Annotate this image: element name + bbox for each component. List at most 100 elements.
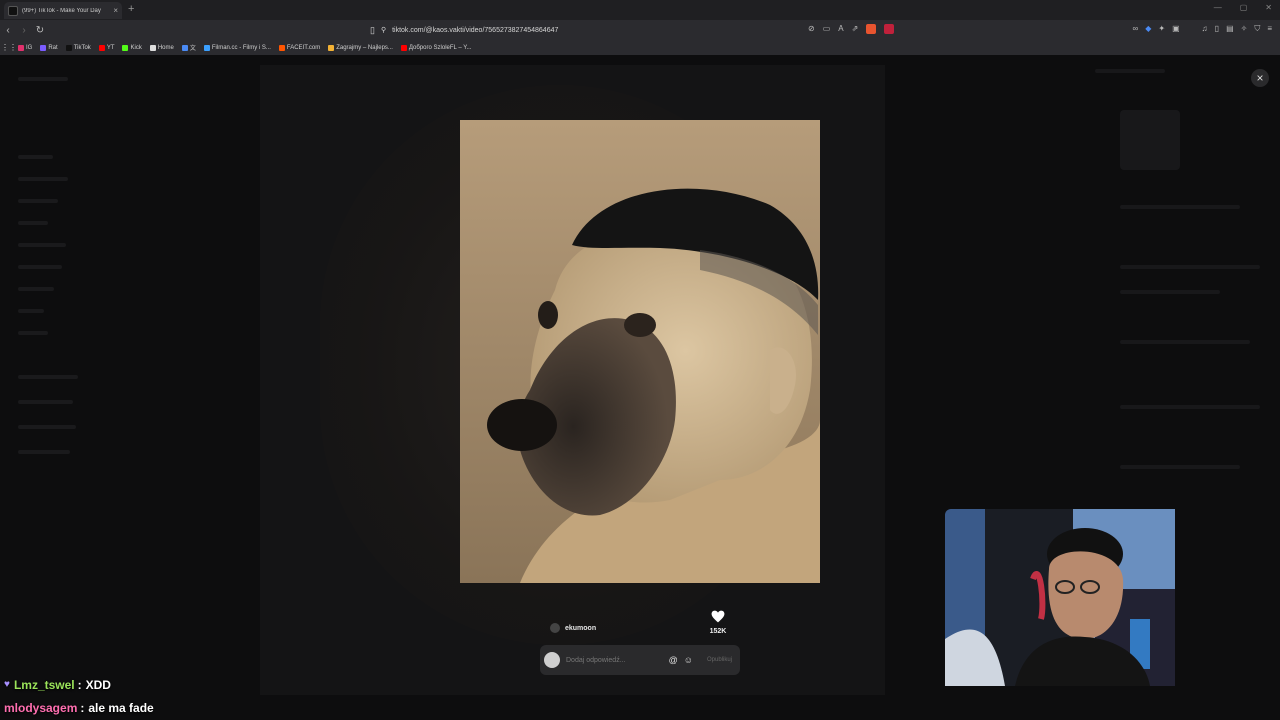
dimmed-comment-line [1120, 465, 1240, 469]
stream-chat-overlay: ♥ Lmz_tswel : XDD mlodysagem : ale ma fa… [0, 673, 500, 719]
new-tab-button[interactable]: + [128, 3, 134, 15]
bookmark-item[interactable]: Доброго SzloleFL – Y... [400, 44, 472, 51]
dimmed-sidebar-item [18, 221, 48, 225]
extension-icon[interactable]: ∞ [1133, 24, 1139, 34]
bookmark-label: FACEIT.com [286, 44, 321, 51]
minimize-icon[interactable]: — [1214, 3, 1222, 12]
emoji-icon[interactable]: ☺ [684, 655, 693, 665]
dimmed-sidebar-item [18, 425, 76, 429]
tiktok-favicon-icon [8, 5, 18, 16]
reply-input[interactable]: Dodaj odpowiedź... [566, 657, 663, 664]
site-info-icon[interactable]: ⚲ [381, 26, 386, 34]
author-avatar[interactable] [550, 623, 560, 633]
dimmed-sidebar-item [18, 400, 73, 404]
translate-icon[interactable]: A [838, 24, 843, 34]
post-image [460, 120, 820, 583]
dog-with-haircut-image [460, 120, 820, 583]
brave-shield-icon[interactable] [866, 24, 877, 34]
wallet-icon[interactable]: ▣ [1172, 24, 1180, 34]
dimmed-sidebar-item [18, 265, 62, 269]
streamer-camera-image [945, 509, 1175, 686]
bookmark-page-icon[interactable]: ▯ [370, 25, 375, 36]
dimmed-sidebar-item [18, 243, 66, 247]
mention-icon[interactable]: @ [669, 655, 678, 665]
forward-icon[interactable]: › [16, 25, 32, 36]
bookmark-label: IG [26, 44, 33, 51]
dimmed-sidebar-logo [18, 77, 68, 81]
cast-icon[interactable]: ▭ [823, 24, 831, 34]
tab-close-icon[interactable]: × [113, 6, 118, 15]
vpn-icon[interactable]: ⛉ [1254, 24, 1260, 34]
sidebar-icon[interactable]: ▯ [1215, 24, 1219, 34]
maximize-icon[interactable]: ▢ [1240, 3, 1248, 12]
bookmark-item[interactable]: Filman.cc - Filmy i S... [203, 44, 271, 51]
bookmark-label: YT [106, 44, 115, 51]
bookmark-item[interactable]: Home [149, 44, 174, 51]
bookmark-item[interactable]: Rat [40, 44, 58, 51]
dimmed-sidebar-item [18, 177, 68, 181]
apps-icon[interactable]: ⋮⋮ [0, 43, 18, 52]
dimmed-thumbnail [1120, 110, 1180, 170]
subscriber-badge-icon: ♥ [4, 679, 10, 690]
bookmark-favicon-icon [181, 44, 188, 51]
heart-icon[interactable] [711, 610, 725, 623]
like-count: 152K [709, 628, 727, 635]
share-icon[interactable]: ⇗ [852, 24, 859, 34]
window-controls: — ▢ ✕ [1214, 3, 1272, 12]
dimmed-sidebar-item [18, 331, 48, 335]
dimmed-comment-line [1120, 265, 1260, 269]
menu-icon[interactable]: ≡ [1267, 24, 1272, 34]
close-window-icon[interactable]: ✕ [1265, 3, 1272, 12]
address-actions: ⊘ ▭ A ⇗ [808, 24, 895, 34]
chat-separator: : [80, 700, 85, 715]
webcam-overlay [945, 509, 1175, 686]
dimmed-comment-line [1120, 340, 1250, 344]
reload-icon[interactable]: ↻ [32, 25, 48, 36]
bookmark-label: Доброго SzloleFL – Y... [408, 44, 472, 51]
dimmed-sidebar-item [18, 309, 44, 313]
extension-icon[interactable]: ◆ [1145, 24, 1151, 34]
leo-icon[interactable]: ✧ [1241, 24, 1248, 34]
bookmark-item[interactable]: Kick [122, 44, 142, 51]
chat-text: XDD [85, 677, 111, 692]
bookmark-item[interactable]: YT [98, 44, 115, 51]
tabs-icon[interactable]: ▤ [1226, 24, 1234, 34]
like-button[interactable]: 152K [706, 610, 730, 635]
bookmark-item[interactable]: FACEIT.com [278, 44, 321, 51]
browser-tab[interactable]: (99+) TikTok - Make Your Day × [4, 2, 122, 19]
dimmed-sidebar-item [18, 155, 53, 159]
dimmed-comment-line [1095, 69, 1165, 73]
author-name[interactable]: ekumoon [565, 625, 596, 632]
bookmark-item[interactable]: IG [18, 44, 33, 51]
chat-username: mlodysagem [4, 700, 78, 715]
media-icon[interactable]: ♫ [1202, 24, 1208, 34]
chat-message: mlodysagem : ale ma fade [0, 696, 500, 719]
post-author[interactable]: ekumoon [550, 623, 596, 633]
close-icon[interactable]: × [1251, 69, 1269, 87]
bookmark-favicon-icon [122, 44, 129, 51]
chat-separator: : [77, 677, 82, 692]
rewards-icon[interactable] [884, 24, 895, 34]
bookmark-favicon-icon [149, 44, 156, 51]
tab-title: (99+) TikTok - Make Your Day [22, 7, 101, 14]
dimmed-sidebar-item [18, 287, 54, 291]
read-mode-icon[interactable]: ⊘ [808, 24, 815, 34]
bookmark-favicon-icon [98, 44, 105, 51]
dimmed-comment-line [1120, 290, 1220, 294]
puzzle-icon[interactable]: ✦ [1158, 24, 1165, 34]
url-text[interactable]: tiktok.com/@kaos.vakti/video/75652738274… [392, 27, 558, 34]
bookmark-item[interactable]: Zagrajmy – Najleps... [328, 44, 393, 51]
bookmarks-bar: ⋮⋮ IG Rat TikTok YT Kick Home 文 Filman.cc - Fil… [0, 40, 1280, 55]
bookmark-label: Rat [48, 44, 58, 51]
publish-button[interactable]: Opublikuj [707, 657, 732, 663]
back-icon[interactable]: ‹ [0, 25, 16, 36]
bookmark-item[interactable]: 文 [181, 43, 196, 52]
bookmark-item[interactable]: TikTok [65, 44, 91, 51]
bookmark-favicon-icon [18, 44, 24, 51]
chat-text: ale ma fade [88, 700, 154, 715]
dimmed-comment-line [1120, 405, 1260, 409]
reply-box: Dodaj odpowiedź... @ ☺ Opublikuj [540, 645, 740, 675]
bookmark-label: TikTok [73, 44, 91, 51]
browser-nav-bar: ‹ › ↻ ▯ ⚲ tiktok.com/@kaos.vakti/video/7… [0, 20, 1280, 40]
chat-message: ♥ Lmz_tswel : XDD [0, 673, 500, 696]
